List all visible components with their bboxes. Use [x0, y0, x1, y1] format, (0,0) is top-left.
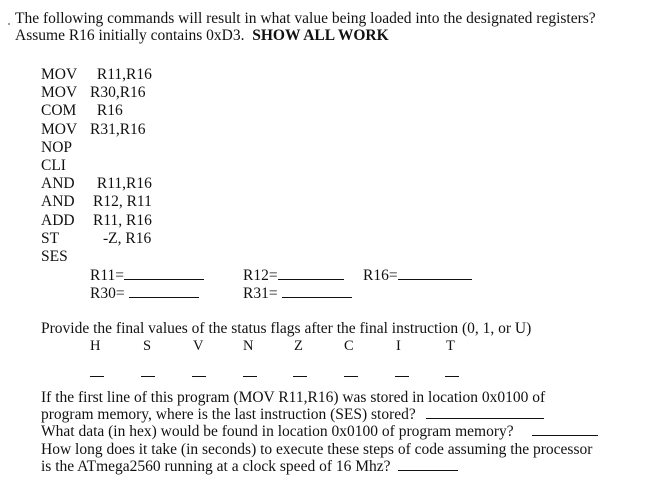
code-line: CLI — [41, 157, 152, 175]
flag-h-blank[interactable] — [90, 364, 104, 382]
question-2: What data (in hex) would be found in loc… — [41, 423, 598, 440]
flag-s: S — [143, 338, 152, 354]
r31-label: R31= — [243, 285, 278, 302]
flag-n: N — [243, 338, 254, 354]
question-3-line-2: is the ATmega2560 running at a clock spe… — [41, 458, 459, 475]
opcode: CLI — [41, 157, 66, 175]
operands: R11,R16 — [93, 175, 152, 193]
code-line: MOV R31,R16 — [41, 121, 152, 139]
flag-v-blank[interactable] — [192, 364, 206, 382]
operands: R11,R16 — [93, 66, 152, 83]
opcode: NOP — [41, 138, 73, 156]
code-line: MOV R11,R16 — [41, 66, 152, 84]
flag-v: V — [193, 338, 204, 354]
opcode: SES — [41, 248, 68, 266]
question-3-line-1: How long does it take (in seconds) to ex… — [41, 441, 593, 458]
question-1-blank[interactable] — [425, 406, 544, 419]
r12-label: R12= — [243, 267, 278, 284]
flag-t: T — [446, 338, 455, 354]
opcode: ST — [41, 229, 60, 247]
operands: R30,R16 — [90, 84, 146, 102]
flag-i-blank[interactable] — [395, 364, 409, 382]
flag-n-blank[interactable] — [243, 364, 257, 382]
question-2-text: What data (in hex) would be found in loc… — [41, 423, 514, 440]
flag-i: I — [396, 338, 401, 354]
code-line: AND R11,R16 — [41, 175, 152, 193]
code-line: AND R12, R11 — [41, 193, 152, 211]
assembly-code-listing: MOV R11,R16 MOV R30,R16 COM R16 MOV R31,R1… — [41, 66, 152, 266]
opcode: AND — [41, 193, 75, 211]
r12-answer[interactable]: R12= — [243, 267, 344, 285]
code-line: NOP — [41, 139, 152, 157]
r16-answer[interactable]: R16= — [363, 267, 472, 285]
r11-label: R11= — [90, 267, 125, 284]
r16-label: R16= — [363, 267, 398, 284]
operands: R12, R11 — [93, 193, 152, 211]
question-2-blank[interactable] — [531, 423, 598, 436]
r31-blank[interactable] — [281, 285, 352, 298]
question-1-text: program memory, where is the last instru… — [41, 406, 416, 423]
list-bullet — [8, 23, 10, 25]
r12-blank[interactable] — [277, 267, 344, 280]
r11-answer[interactable]: R11= — [90, 267, 205, 285]
question-3-text: is the ATmega2560 running at a clock spe… — [41, 458, 391, 475]
opcode: MOV — [41, 84, 78, 102]
flags-prompt: Provide the final values of the status f… — [41, 320, 532, 337]
r11-blank[interactable] — [124, 267, 205, 280]
r30-blank[interactable] — [128, 285, 199, 298]
opcode: COM — [41, 102, 77, 120]
code-line: SES — [41, 248, 152, 266]
opcode: MOV — [41, 120, 78, 138]
code-line: COM R16 — [41, 102, 152, 120]
operands: R31,R16 — [90, 120, 146, 138]
opcode: AND — [41, 175, 75, 193]
opcode: ADD — [41, 211, 75, 229]
intro-line-1: The following commands will result in wh… — [15, 10, 596, 27]
intro-assumption: Assume R16 initially contains 0xD3. — [15, 27, 245, 44]
r30-answer[interactable]: R30= — [90, 285, 199, 303]
show-all-work: SHOW ALL WORK — [252, 27, 389, 44]
question-3-blank[interactable] — [398, 458, 459, 471]
operands: -Z, R16 — [103, 229, 152, 247]
intro-text: The following commands will result in wh… — [15, 10, 596, 44]
r16-blank[interactable] — [397, 267, 472, 280]
flag-z: Z — [294, 338, 303, 354]
code-line: ST -Z, R16 — [41, 230, 152, 248]
opcode: MOV — [41, 66, 78, 83]
flag-c-blank[interactable] — [344, 364, 358, 382]
question-1-line-1: If the first line of this program (MOV R… — [41, 389, 546, 406]
code-line: ADD R11, R16 — [41, 212, 152, 230]
operands: R11, R16 — [93, 211, 152, 229]
question-1-line-2: program memory, where is the last instru… — [41, 406, 544, 423]
r31-answer[interactable]: R31= — [243, 285, 352, 303]
code-line: MOV R30,R16 — [41, 84, 152, 102]
flag-z-blank[interactable] — [293, 364, 307, 382]
r30-label: R30= — [90, 285, 125, 302]
operands: R16 — [93, 102, 123, 120]
flag-h: H — [90, 338, 101, 354]
flag-t-blank[interactable] — [445, 364, 459, 382]
flag-s-blank[interactable] — [141, 364, 155, 382]
intro-line-2: Assume R16 initially contains 0xD3. SHOW… — [15, 27, 596, 44]
flag-c: C — [344, 338, 354, 354]
